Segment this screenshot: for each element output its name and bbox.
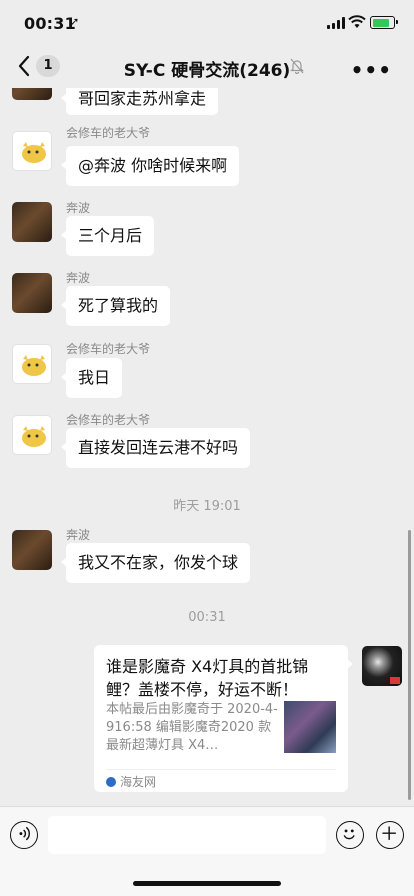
avatar[interactable] <box>12 415 52 455</box>
message-bubble[interactable]: 我日 <box>60 358 123 398</box>
cat-avatar-icon <box>22 355 46 376</box>
sender-name: 奔波 <box>66 528 91 542</box>
link-card-thumbnail <box>284 701 336 753</box>
cellular-signal-icon <box>327 17 345 29</box>
divider <box>106 769 336 770</box>
avatar[interactable] <box>12 202 52 242</box>
chat-header: 1 SY-C 硬骨交流(246) ••• <box>0 44 414 88</box>
message-input[interactable] <box>48 816 326 854</box>
timestamp: 昨天 19:01 <box>173 499 241 514</box>
location-icon: ➚ <box>70 15 80 28</box>
avatar[interactable] <box>12 131 52 171</box>
message-bubble[interactable]: 我又不在家，你发个球 <box>60 543 251 583</box>
message-bubble[interactable]: 死了算我的 <box>60 286 171 326</box>
mute-bell-icon <box>290 58 304 74</box>
scrollbar[interactable] <box>408 530 411 800</box>
emoji-icon <box>343 829 355 840</box>
source-logo-icon <box>106 777 116 787</box>
status-bar: 00:31 ➚ <box>0 0 414 44</box>
sender-name: 会修车的老大爷 <box>66 413 151 427</box>
battery-icon <box>370 16 398 29</box>
emoji-button[interactable] <box>336 821 364 849</box>
message-bubble[interactable]: 直接发回连云港不好吗 <box>60 428 251 468</box>
wifi-icon <box>348 15 366 28</box>
link-card-title: 谁是影魔奇 X4灯具的首批锦鲤？盖楼不停，好运不断！ <box>106 657 309 699</box>
voice-icon <box>19 826 30 841</box>
avatar[interactable] <box>362 646 402 686</box>
avatar[interactable] <box>12 530 52 570</box>
sender-name: 奔波 <box>66 271 91 285</box>
more-actions-button[interactable] <box>376 821 404 849</box>
link-card-source-label: 海友网 <box>120 775 157 789</box>
link-card[interactable]: 谁是影魔奇 X4灯具的首批锦鲤？盖楼不停，好运不断！ 本帖最后由影魔奇于 202… <box>94 645 353 792</box>
plus-icon <box>381 826 396 840</box>
link-card-description: 本帖最后由影魔奇于 2020-4-916:58 编辑影魔奇2020 款最新超薄灯… <box>106 702 278 753</box>
cat-avatar-icon <box>22 426 46 447</box>
home-indicator[interactable] <box>133 881 281 886</box>
more-options-button[interactable]: ••• <box>351 58 392 82</box>
link-card-source: 海友网 <box>106 773 156 790</box>
voice-input-button[interactable] <box>10 821 38 849</box>
cat-avatar-icon <box>22 142 46 163</box>
sender-name: 会修车的老大爷 <box>66 126 151 140</box>
clock: 00:31 <box>24 14 76 33</box>
timestamp: 00:31 <box>188 610 226 625</box>
message-bubble[interactable]: @奔波 你啥时候来啊 <box>60 146 240 186</box>
flag-icon <box>390 677 400 684</box>
sender-name: 会修车的老大爷 <box>66 342 151 356</box>
sender-name: 奔波 <box>66 201 91 215</box>
avatar[interactable] <box>12 344 52 384</box>
message-bubble[interactable]: 三个月后 <box>60 216 155 256</box>
avatar[interactable] <box>12 273 52 313</box>
